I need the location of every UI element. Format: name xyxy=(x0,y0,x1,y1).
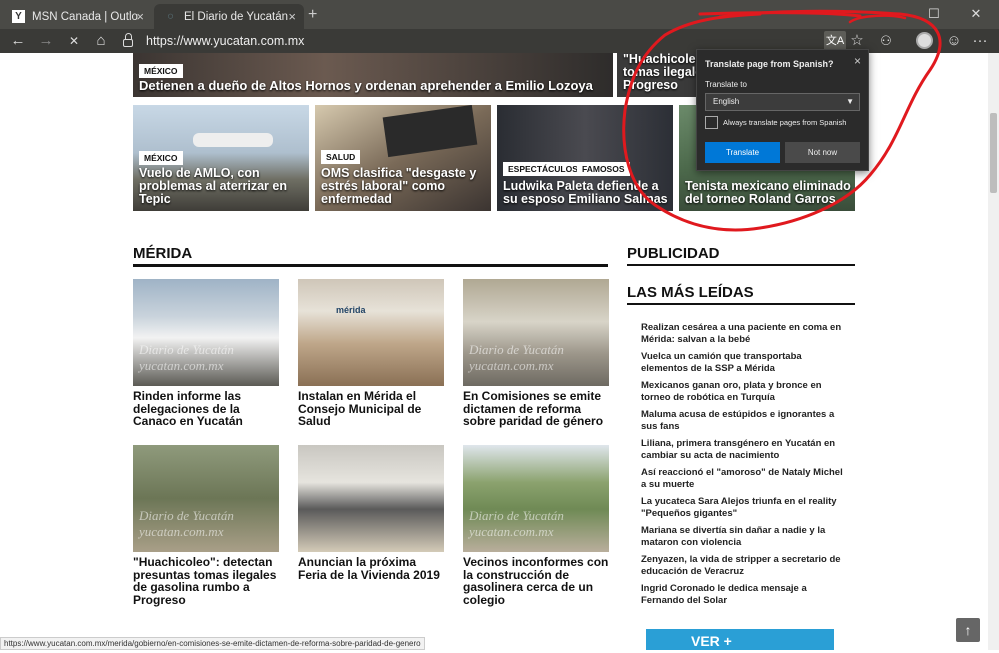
most-read-item[interactable]: Ingrid Coronado le dedica mensaje a Fern… xyxy=(641,583,846,606)
category-tag: FAMOSOS xyxy=(577,162,630,176)
close-window-button[interactable]: ✕ xyxy=(956,3,996,25)
extension-icon[interactable]: ⚇ xyxy=(874,31,898,51)
tab-msn[interactable]: Y MSN Canada | Outlook, Office, S × xyxy=(2,4,152,29)
more-menu-button[interactable]: ··· xyxy=(968,31,992,51)
most-read-item[interactable]: Mariana se divertía sin dañar a nadie y … xyxy=(641,525,846,548)
article-title[interactable]: Vecinos inconformes con la construcción … xyxy=(463,556,611,606)
article-title[interactable]: Instalan en Mérida el Consejo Municipal … xyxy=(298,390,446,428)
story-tile[interactable]: "Huachicoleo" tomas ilegales Progreso xyxy=(617,53,697,97)
story-tile[interactable]: MÉXICO Vuelo de AMLO, con problemas al a… xyxy=(133,105,309,211)
vertical-scrollbar[interactable] xyxy=(988,53,999,650)
story-caption: Vuelo de AMLO, con problemas al aterriza… xyxy=(139,166,287,206)
emoji-icon[interactable]: ☺ xyxy=(942,31,966,51)
popup-title: Translate page from Spanish? xyxy=(705,59,834,69)
most-read-item[interactable]: Mexicanos ganan oro, plata y bronce en t… xyxy=(641,380,846,403)
popup-close-icon[interactable]: × xyxy=(854,54,861,68)
translate-to-label: Translate to xyxy=(705,80,747,89)
stop-button[interactable]: ✕ xyxy=(62,31,86,51)
translate-popup: Translate page from Spanish? × Translate… xyxy=(696,49,869,171)
new-tab-button[interactable]: + xyxy=(308,6,317,24)
category-tag: SALUD xyxy=(321,150,361,164)
msn-favicon-icon: Y xyxy=(12,10,25,23)
ad-banner[interactable]: VER + xyxy=(646,629,834,650)
loading-icon: ◌ xyxy=(167,11,174,22)
article-thumbnail[interactable]: Diario de Yucatán yucatan.com.mx xyxy=(133,445,279,552)
back-button[interactable]: ← xyxy=(6,31,30,51)
selected-language: English xyxy=(713,97,740,106)
article-title[interactable]: Anuncian la próxima Feria de la Vivienda… xyxy=(298,556,446,581)
maximize-button[interactable]: ☐ xyxy=(914,3,954,25)
scroll-to-top-button[interactable]: ↑ xyxy=(956,618,980,642)
story-caption: Ludwika Paleta defiende a su esposo Emil… xyxy=(503,179,668,206)
section-heading-merida[interactable]: MÉRIDA xyxy=(133,245,608,267)
article-title[interactable]: Rinden informe las delegaciones de la Ca… xyxy=(133,390,281,428)
article-title[interactable]: "Huachicoleo": detectan presuntas tomas … xyxy=(133,556,281,606)
article-thumbnail[interactable]: Diario de Yucatán yucatan.com.mx xyxy=(463,279,609,386)
always-translate-label: Always translate pages from Spanish xyxy=(723,118,847,127)
tab-strip: Y MSN Canada | Outlook, Office, S × ◌ El… xyxy=(0,0,999,29)
most-read-item[interactable]: Así reaccionó el "amoroso" de Nataly Mic… xyxy=(641,467,846,490)
translate-icon[interactable]: 文A xyxy=(824,31,846,51)
story-caption: Detienen a dueño de Altos Hornos y orden… xyxy=(139,78,593,93)
status-bar-url: https://www.yucatan.com.mx/merida/gobier… xyxy=(0,637,425,650)
tab-title: MSN Canada | Outlook, Office, S xyxy=(32,10,138,23)
home-button[interactable]: ⌂ xyxy=(89,31,113,51)
most-read-list: Realizan cesárea a una paciente en coma … xyxy=(641,322,846,612)
most-read-item[interactable]: La yucateca Sara Alejos triunfa en el re… xyxy=(641,496,846,519)
most-read-item[interactable]: Zenyazen, la vida de stripper a secretar… xyxy=(641,554,846,577)
chevron-down-icon: ▼ xyxy=(846,97,854,106)
article-thumbnail[interactable]: mérida xyxy=(298,279,444,386)
always-translate-checkbox[interactable] xyxy=(705,116,718,129)
favorite-star-icon[interactable]: ☆ xyxy=(845,31,869,51)
minimize-button[interactable]: — xyxy=(874,3,914,25)
tab-title: El Diario de Yucatán - Noticias d xyxy=(184,10,290,23)
most-read-item[interactable]: Maluma acusa de estúpidos e ignorantes a… xyxy=(641,409,846,432)
article-thumbnail[interactable] xyxy=(298,445,444,552)
watermark-text: Diario de Yucatán yucatan.com.mx xyxy=(139,342,234,373)
tab-close-icon[interactable]: × xyxy=(136,9,144,24)
article-thumbnail[interactable]: Diario de Yucatán yucatan.com.mx xyxy=(133,279,279,386)
merida-sign: mérida xyxy=(336,305,366,315)
article-thumbnail[interactable]: Diario de Yucatán yucatan.com.mx xyxy=(463,445,609,552)
story-caption: Tenista mexicano eliminado del torneo Ro… xyxy=(685,179,851,206)
not-now-button[interactable]: Not now xyxy=(785,142,860,163)
profile-avatar[interactable] xyxy=(916,32,933,49)
forward-button[interactable]: → xyxy=(34,31,58,51)
story-tile[interactable]: SALUD OMS clasifica "desgaste y estrés l… xyxy=(315,105,491,211)
tab-diario[interactable]: ◌ El Diario de Yucatán - Noticias d × xyxy=(154,4,304,29)
watermark-text: Diario de Yucatán yucatan.com.mx xyxy=(469,508,564,539)
category-tag: MÉXICO xyxy=(139,151,183,165)
lock-icon xyxy=(123,33,133,47)
scrollbar-thumb[interactable] xyxy=(990,113,997,193)
watermark-text: Diario de Yucatán yucatan.com.mx xyxy=(469,342,564,373)
tab-close-icon[interactable]: × xyxy=(288,9,296,24)
story-tile[interactable]: ESPECTÁCULOS FAMOSOS Ludwika Paleta defi… xyxy=(497,105,673,211)
category-tag: ESPECTÁCULOS xyxy=(503,162,583,176)
story-tile[interactable]: MÉXICO Detienen a dueño de Altos Hornos … xyxy=(133,53,613,97)
airplane-shape xyxy=(193,133,273,147)
most-read-item[interactable]: Vuelca un camión que transportaba elemen… xyxy=(641,351,846,374)
address-bar[interactable]: https://www.yucatan.com.mx xyxy=(146,32,304,50)
most-read-item[interactable]: Realizan cesárea a una paciente en coma … xyxy=(641,322,846,345)
story-caption: OMS clasifica "desgaste y estrés laboral… xyxy=(321,166,477,206)
most-read-item[interactable]: Liliana, primera transgénero en Yucatán … xyxy=(641,438,846,461)
category-tag: MÉXICO xyxy=(139,64,183,78)
translate-button[interactable]: Translate xyxy=(705,142,780,163)
laptop-shape xyxy=(382,105,478,158)
story-caption: "Huachicoleo" tomas ilegales Progreso xyxy=(623,53,697,92)
article-title[interactable]: En Comisiones se emite dictamen de refor… xyxy=(463,390,611,428)
section-heading-mas-leidas: LAS MÁS LEÍDAS xyxy=(627,284,855,305)
watermark-text: Diario de Yucatán yucatan.com.mx xyxy=(139,508,234,539)
section-heading-publicidad: PUBLICIDAD xyxy=(627,245,855,266)
language-select[interactable]: English ▼ xyxy=(705,93,860,111)
